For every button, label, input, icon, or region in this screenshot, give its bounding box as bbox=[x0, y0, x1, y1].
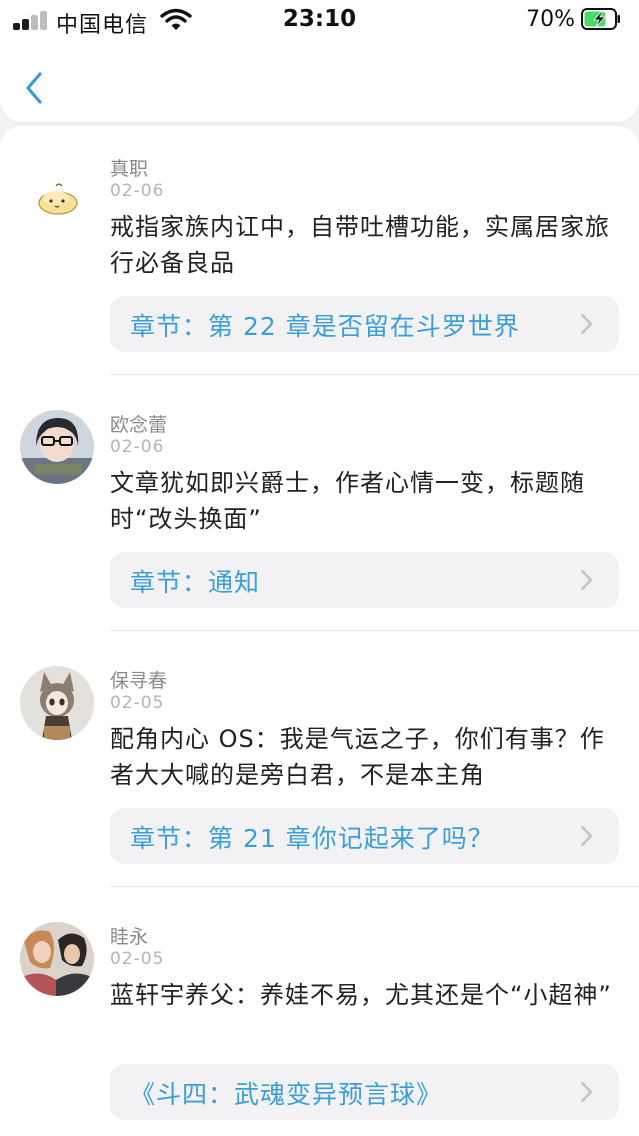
comment-text: 蓝轩宇养父：养娃不易，尤其还是个“小超神” bbox=[110, 981, 612, 1009]
battery-percentage: 70% bbox=[526, 7, 575, 32]
chapter-link-button[interactable]: 《斗四：武魂变异预言球》 bbox=[110, 1064, 619, 1120]
cartoon-hamster-avatar[interactable] bbox=[20, 154, 94, 228]
comment-divider bbox=[110, 886, 639, 887]
comment-item: 眭永 02-05 蓝轩宇养父：养娃不易，尤其还是个“小超神” 《斗四：武魂变异预… bbox=[0, 922, 639, 1136]
back-button[interactable] bbox=[18, 68, 54, 108]
comment-date: 02-06 bbox=[110, 181, 165, 201]
chevron-right-icon bbox=[580, 1081, 593, 1103]
status-bar: 中国电信 23:10 70% bbox=[0, 0, 639, 40]
chevron-right-icon bbox=[580, 313, 593, 335]
comment-item: 欧念蕾 02-06 文章犹如即兴爵士，作者心情一变，标题随时“改头换面” 章节：… bbox=[0, 410, 639, 666]
comment-date: 02-06 bbox=[110, 437, 165, 457]
top-navigation-bar bbox=[0, 40, 639, 122]
comment-divider bbox=[110, 374, 639, 375]
comment-date: 02-05 bbox=[110, 693, 165, 713]
couple-photo-avatar[interactable] bbox=[20, 922, 94, 996]
chapter-label: 章节：第 21 章你记起来了吗？ bbox=[130, 824, 494, 853]
comment-item: 真职 02-06 戒指家族内讧中，自带吐槽功能，实属居家旅行必备良品 章节：第 … bbox=[0, 154, 639, 410]
comment-date: 02-05 bbox=[110, 949, 165, 969]
comment-text: 配角内心 OS：我是气运之子，你们有事？作者大大喊的是旁白君，不是本主角 bbox=[110, 725, 605, 789]
comment-divider bbox=[110, 630, 639, 631]
chevron-right-icon bbox=[580, 825, 593, 847]
chapter-link-button[interactable]: 章节：通知 bbox=[110, 552, 619, 608]
comment-item: 保寻春 02-05 配角内心 OS：我是气运之子，你们有事？作者大大喊的是旁白君… bbox=[0, 666, 639, 922]
charging-battery-icon bbox=[581, 8, 620, 30]
comment-text: 戒指家族内讧中，自带吐槽功能，实属居家旅行必备良品 bbox=[110, 213, 610, 277]
comment-username[interactable]: 欧念蕾 bbox=[110, 410, 167, 437]
cat-ear-girl-avatar[interactable] bbox=[20, 666, 94, 740]
comment-list: 真职 02-06 戒指家族内讧中，自带吐槽功能，实属居家旅行必备良品 章节：第 … bbox=[0, 126, 639, 1136]
comment-username[interactable]: 眭永 bbox=[110, 922, 148, 949]
comment-text: 文章犹如即兴爵士，作者心情一变，标题随时“改头换面” bbox=[110, 469, 585, 533]
comment-username[interactable]: 真职 bbox=[110, 154, 148, 181]
glasses-boy-avatar[interactable] bbox=[20, 410, 94, 484]
chapter-label: 章节：通知 bbox=[130, 568, 261, 597]
comment-username[interactable]: 保寻春 bbox=[110, 666, 167, 693]
chapter-label: 章节：第 22 章是否留在斗罗世界 bbox=[130, 312, 520, 341]
chapter-link-button[interactable]: 章节：第 22 章是否留在斗罗世界 bbox=[110, 296, 619, 352]
chevron-right-icon bbox=[580, 569, 593, 591]
chapter-label: 《斗四：武魂变异预言球》 bbox=[130, 1080, 443, 1109]
chapter-link-button[interactable]: 章节：第 21 章你记起来了吗？ bbox=[110, 808, 619, 864]
